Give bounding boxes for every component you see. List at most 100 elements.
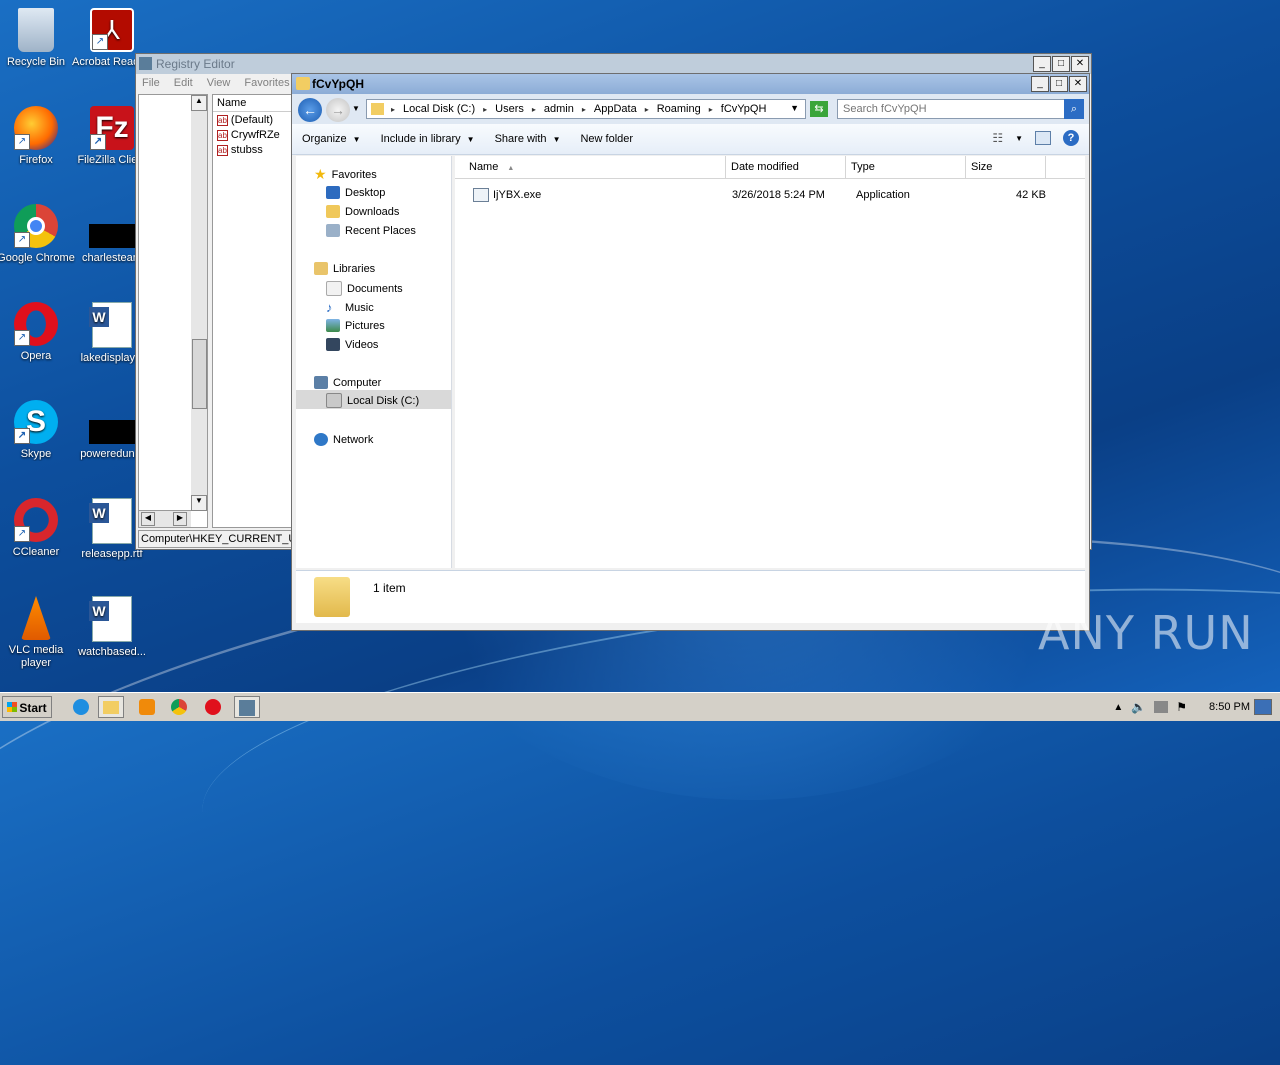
scroll-down-arrow[interactable]: ▼ (191, 495, 207, 511)
breadcrumb-separator-icon[interactable]: ▸ (582, 105, 586, 114)
desktop-icon-opera[interactable]: ↗ Opera (0, 302, 76, 363)
back-button[interactable]: ← (298, 98, 322, 122)
registry-titlebar[interactable]: Registry Editor _ □ ✕ (136, 54, 1091, 74)
nav-recent-places[interactable]: Recent Places (326, 224, 416, 237)
desktop-icon-chrome[interactable]: ↗ Google Chrome (0, 204, 76, 265)
values-column-header[interactable]: Name (213, 95, 293, 112)
column-header-size[interactable]: Size (966, 156, 1046, 178)
scroll-thumb[interactable] (192, 339, 207, 409)
new-folder-button[interactable]: New folder (570, 133, 643, 145)
show-hidden-icons-icon[interactable]: ▲ (1113, 702, 1123, 713)
share-with-button[interactable]: Share with ▼ (485, 133, 571, 145)
breadcrumb-separator-icon[interactable]: ▸ (645, 105, 649, 114)
registry-values-pane[interactable]: Name ab (Default) ab CrywfRZe ab stubss (212, 94, 294, 528)
help-icon[interactable]: ? (1063, 130, 1079, 146)
breadcrumb-appdata[interactable]: AppData (594, 103, 637, 115)
explorer-window[interactable]: fCvYpQH _ □ ✕ ← → ▼ ▸ Local Disk (C:) ▸ … (291, 73, 1090, 631)
nav-music[interactable]: ♪ Music (326, 300, 374, 315)
breadcrumb[interactable]: ▸ Local Disk (C:) ▸ Users ▸ admin ▸ AppD… (366, 99, 806, 119)
breadcrumb-current-folder[interactable]: fCvYpQH (721, 103, 767, 115)
documents-icon (326, 281, 342, 296)
scroll-up-arrow[interactable]: ▲ (191, 95, 207, 111)
start-button[interactable]: Start (2, 696, 52, 718)
network-tray-icon[interactable] (1154, 701, 1169, 713)
menu-edit[interactable]: Edit (174, 77, 193, 89)
volume-icon[interactable]: 🔈 (1131, 700, 1146, 714)
menu-favorites[interactable]: Favorites (244, 77, 289, 89)
nav-desktop[interactable]: Desktop (326, 186, 385, 199)
folder-icon (296, 77, 310, 90)
file-list[interactable]: Name ▲ Date modified Type Size IjYBX.exe… (455, 156, 1085, 568)
column-header-name[interactable]: Name ▲ (455, 156, 726, 178)
desktop-icon-vlc[interactable]: VLC media player (0, 596, 76, 670)
column-header-type[interactable]: Type (846, 156, 966, 178)
nav-pictures[interactable]: Pictures (326, 319, 385, 332)
nav-downloads[interactable]: Downloads (326, 205, 399, 218)
organize-button[interactable]: Organize ▼ (292, 133, 371, 145)
file-row[interactable]: IjYBX.exe 3/26/2018 5:24 PM Application … (455, 185, 1085, 205)
registry-tree-pane[interactable]: ▲ ▼ ◀ ▶ (138, 94, 208, 528)
maximize-button[interactable]: □ (1050, 76, 1068, 92)
desktop-icon-skype[interactable]: S ↗ Skype (0, 400, 76, 461)
minimize-button[interactable]: _ (1031, 76, 1049, 92)
breadcrumb-separator-icon[interactable]: ▸ (391, 105, 395, 114)
nav-network[interactable]: Network (314, 433, 373, 446)
address-dropdown-icon[interactable]: ▼ (790, 103, 799, 113)
menu-view[interactable]: View (207, 77, 231, 89)
action-center-flag-icon[interactable]: ⚑ (1176, 700, 1187, 714)
view-options-chevron-icon[interactable]: ▼ (1015, 134, 1023, 143)
folder-icon (314, 577, 350, 617)
recent-pages-chevron-icon[interactable]: ▼ (352, 104, 360, 113)
taskbar-opera-button[interactable] (200, 696, 226, 718)
change-view-icon[interactable]: ☷ (992, 131, 1003, 145)
taskbar-ie-button[interactable] (68, 696, 94, 718)
close-button[interactable]: ✕ (1071, 56, 1089, 72)
breadcrumb-folder-icon (371, 103, 384, 115)
forward-button[interactable]: → (326, 98, 350, 122)
taskbar-explorer-button[interactable] (98, 696, 124, 718)
taskbar-chrome-button[interactable] (166, 696, 192, 718)
registry-value-row[interactable]: ab CrywfRZe (217, 129, 293, 141)
navigation-pane[interactable]: ★ Favorites Desktop Downloads Recent Pla… (296, 156, 452, 568)
nav-videos[interactable]: Videos (326, 338, 378, 351)
breadcrumb-separator-icon[interactable]: ▸ (709, 105, 713, 114)
search-input[interactable] (838, 100, 1058, 118)
desktop-icon-firefox[interactable]: ↗ Firefox (0, 106, 76, 167)
search-icon[interactable]: ⌕ (1064, 99, 1084, 119)
explorer-titlebar[interactable]: fCvYpQH _ □ ✕ (292, 74, 1089, 94)
desktop-icon-recycle-bin[interactable]: Recycle Bin (0, 8, 76, 69)
registry-value-row[interactable]: ab stubss (217, 144, 293, 156)
refresh-button[interactable]: ⇆ (810, 101, 828, 117)
search-box[interactable]: ⌕ (837, 99, 1084, 119)
opera-icon (205, 699, 221, 715)
breadcrumb-separator-icon[interactable]: ▸ (483, 105, 487, 114)
nav-favorites[interactable]: ★ Favorites (314, 166, 377, 183)
taskbar-regedit-button[interactable] (234, 696, 260, 718)
breadcrumb-local-disk[interactable]: Local Disk (C:) (403, 103, 475, 115)
breadcrumb-users[interactable]: Users (495, 103, 524, 115)
column-header-date[interactable]: Date modified (726, 156, 846, 178)
minimize-button[interactable]: _ (1033, 56, 1051, 72)
tree-vertical-scrollbar[interactable]: ▲ ▼ (191, 95, 207, 511)
taskbar-media-player-button[interactable] (134, 696, 160, 718)
include-in-library-button[interactable]: Include in library ▼ (371, 133, 485, 145)
maximize-button[interactable]: □ (1052, 56, 1070, 72)
close-button[interactable]: ✕ (1069, 76, 1087, 92)
registry-value-row[interactable]: ab (Default) (217, 114, 293, 126)
nav-documents[interactable]: Documents (326, 281, 403, 296)
clock[interactable]: 8:50 PM (1209, 701, 1250, 713)
menu-file[interactable]: File (142, 77, 160, 89)
desktop-icon-watchbased[interactable]: W watchbased... (72, 596, 152, 659)
scroll-right-arrow[interactable]: ▶ (173, 512, 187, 526)
breadcrumb-roaming[interactable]: Roaming (657, 103, 701, 115)
scroll-left-arrow[interactable]: ◀ (141, 512, 155, 526)
show-desktop-button[interactable] (1254, 699, 1272, 715)
nav-local-disk-selected[interactable]: Local Disk (C:) (296, 390, 451, 409)
breadcrumb-admin[interactable]: admin (544, 103, 574, 115)
nav-libraries[interactable]: Libraries (314, 262, 375, 275)
nav-computer[interactable]: Computer (314, 376, 381, 389)
tree-horizontal-scrollbar[interactable]: ◀ ▶ (139, 510, 191, 527)
desktop-icon-ccleaner[interactable]: ↗ CCleaner (0, 498, 76, 559)
breadcrumb-separator-icon[interactable]: ▸ (532, 105, 536, 114)
preview-pane-icon[interactable] (1035, 131, 1051, 145)
